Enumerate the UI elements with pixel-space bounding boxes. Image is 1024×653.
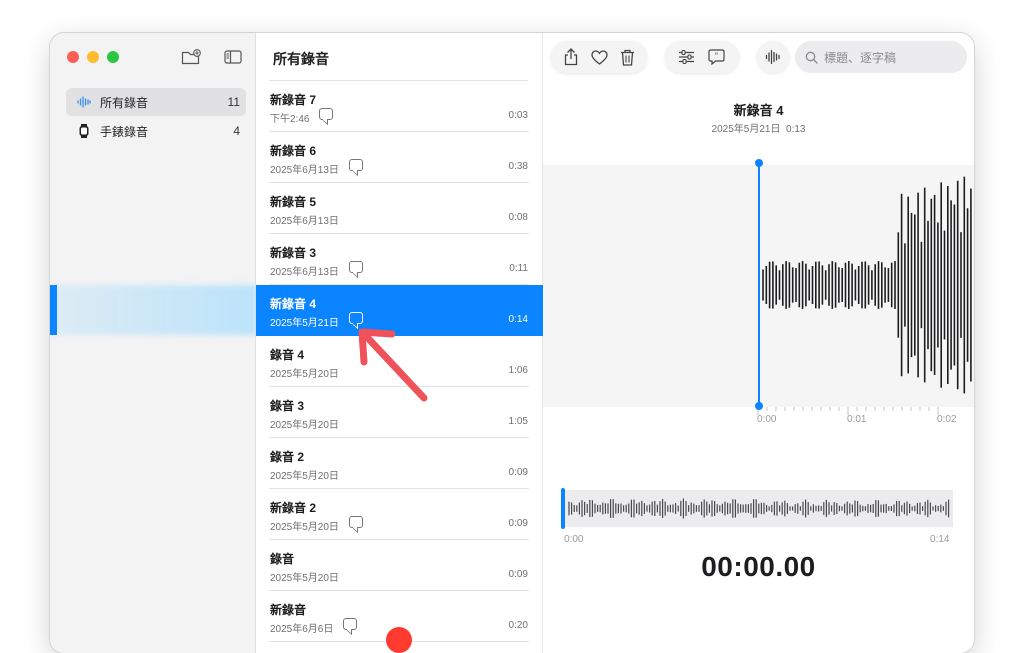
voice-memos-window: 所有錄音 11 手錶錄音 4 所有錄音 新錄音 7 下午2:46 0:03 新錄音 6… (50, 33, 974, 653)
waveform-icon (76, 94, 92, 110)
selection-glow (50, 285, 256, 335)
zoom-window-button[interactable] (107, 51, 119, 63)
transcript-icon (349, 516, 363, 528)
recording-row-duration: 1:06 (508, 365, 528, 376)
recording-row-date: 2025年5月21日 (270, 318, 339, 329)
sliders-icon (678, 50, 694, 64)
search-placeholder: 標題、逐字稿 (824, 50, 897, 65)
transcript-button[interactable]: " (701, 43, 731, 71)
transcript-icon (343, 618, 357, 630)
share-button[interactable] (557, 43, 585, 71)
sidebar-item-all-recordings[interactable]: 所有錄音 11 (66, 88, 246, 116)
search-field[interactable]: 標題、逐字稿 (795, 41, 967, 73)
heart-icon (590, 49, 608, 65)
transcript-icon (349, 159, 363, 171)
selection-glow-bar (50, 285, 57, 335)
annotation-arrow-icon (358, 328, 428, 402)
toolbar-group-actions (551, 41, 647, 73)
sidebar-item-label: 所有錄音 (100, 95, 149, 110)
recording-length: 0:13 (786, 124, 806, 135)
recording-row-title: 錄音 (270, 552, 295, 566)
recording-date: 2025年5月21日 (711, 124, 781, 135)
toolbar-group-edit: " (665, 41, 739, 73)
delete-button[interactable] (613, 43, 641, 71)
transcript-icon (349, 261, 363, 273)
waveform-button[interactable] (758, 43, 788, 71)
time-tick: 0:01 (847, 414, 867, 425)
time-tick: 0:00 (757, 414, 777, 425)
recording-row-date: 2025年6月13日 (270, 267, 339, 278)
recording-row-duration: 0:09 (508, 569, 528, 580)
recording-meta: 2025年5月21日 0:13 (543, 120, 974, 135)
recording-row[interactable]: 新錄音 7 下午2:46 0:03 (256, 81, 543, 132)
search-icon (805, 51, 818, 64)
recording-row-duration: 0:09 (508, 518, 528, 529)
sidebar-item-label: 手錶錄音 (100, 124, 149, 139)
recording-row-date: 2025年5月20日 (270, 420, 339, 431)
recording-row-date: 2025年5月20日 (270, 369, 339, 380)
transcript-icon: " (707, 49, 725, 65)
recording-row-title: 錄音 3 (270, 399, 305, 413)
overview-playhead[interactable] (561, 488, 565, 529)
recording-row[interactable]: 新錄音 3 2025年6月13日 0:11 (256, 234, 543, 285)
recording-row-title: 新錄音 3 (270, 246, 317, 260)
playhead[interactable] (755, 159, 763, 410)
waveform-icon (765, 49, 780, 65)
time-tick: 0:02 (937, 414, 957, 425)
recording-row[interactable]: 新錄音 5 2025年6月13日 0:08 (256, 183, 543, 234)
recording-row-duration: 0:03 (508, 110, 528, 121)
favorite-button[interactable] (585, 43, 613, 71)
sidebar-item-watch-recordings[interactable]: 手錶錄音 4 (66, 117, 246, 145)
recording-row-duration: 0:14 (508, 314, 528, 325)
close-window-button[interactable] (67, 51, 79, 63)
recording-row-date: 2025年5月20日 (270, 471, 339, 482)
toolbar-group-waveform (757, 41, 789, 73)
recording-row-title: 新錄音 7 (270, 93, 317, 107)
recording-row-date: 下午2:46 (270, 114, 310, 125)
options-button[interactable] (671, 43, 701, 71)
watch-icon (76, 123, 92, 139)
overview-waveform (568, 498, 950, 519)
recording-row[interactable]: 新錄音 6 2025年6月13日 0:38 (256, 132, 543, 183)
recording-row-duration: 1:05 (508, 416, 528, 427)
sidebar: 所有錄音 11 手錶錄音 4 (50, 33, 256, 653)
recording-row-date: 2025年6月6日 (270, 624, 334, 635)
detail-pane: " 標題、逐字稿 新錄音 4 2025年5月21日 0:13 0:00 0:01… (543, 33, 974, 653)
recording-title[interactable]: 新錄音 4 (543, 100, 974, 119)
recording-row-title: 新錄音 5 (270, 195, 317, 209)
recording-row[interactable]: 錄音 2 2025年5月20日 0:09 (256, 438, 543, 489)
recording-row-duration: 0:11 (509, 263, 528, 274)
sidebar-toggle-icon[interactable] (223, 48, 243, 66)
overview-start-time: 0:00 (564, 534, 584, 545)
recording-row-title: 新錄音 (270, 603, 307, 617)
svg-text:": " (714, 52, 718, 61)
new-folder-icon[interactable] (181, 48, 201, 66)
sidebar-item-count: 4 (233, 124, 240, 138)
overview-end-time: 0:14 (930, 534, 950, 545)
minimize-window-button[interactable] (87, 51, 99, 63)
recording-row-date: 2025年5月20日 (270, 522, 339, 533)
recording-row-duration: 0:09 (508, 467, 528, 478)
recording-row-title: 新錄音 6 (270, 144, 317, 158)
list-title: 所有錄音 (273, 51, 329, 67)
share-icon (564, 48, 578, 66)
recording-row[interactable]: 新錄音 2 2025年5月20日 0:09 (256, 489, 543, 540)
sidebar-item-count: 11 (227, 95, 240, 109)
recording-row-duration: 0:20 (508, 620, 528, 631)
recording-row-date: 2025年6月13日 (270, 216, 339, 227)
trash-icon (620, 49, 634, 66)
recording-row-date: 2025年6月13日 (270, 165, 339, 176)
recording-row-title: 新錄音 4 (270, 297, 317, 311)
playback-timer: 00:00.00 (701, 551, 816, 582)
recording-row-date: 2025年5月20日 (270, 573, 339, 584)
recording-row-duration: 0:38 (508, 161, 528, 172)
recording-row-title: 錄音 4 (270, 348, 305, 362)
recording-row-title: 錄音 2 (270, 450, 305, 464)
transcript-icon (319, 108, 333, 120)
recording-row-duration: 0:08 (508, 212, 528, 223)
recording-row-title: 新錄音 2 (270, 501, 317, 515)
recording-row[interactable]: 錄音 2025年5月20日 0:09 (256, 540, 543, 591)
window-controls (67, 51, 119, 63)
